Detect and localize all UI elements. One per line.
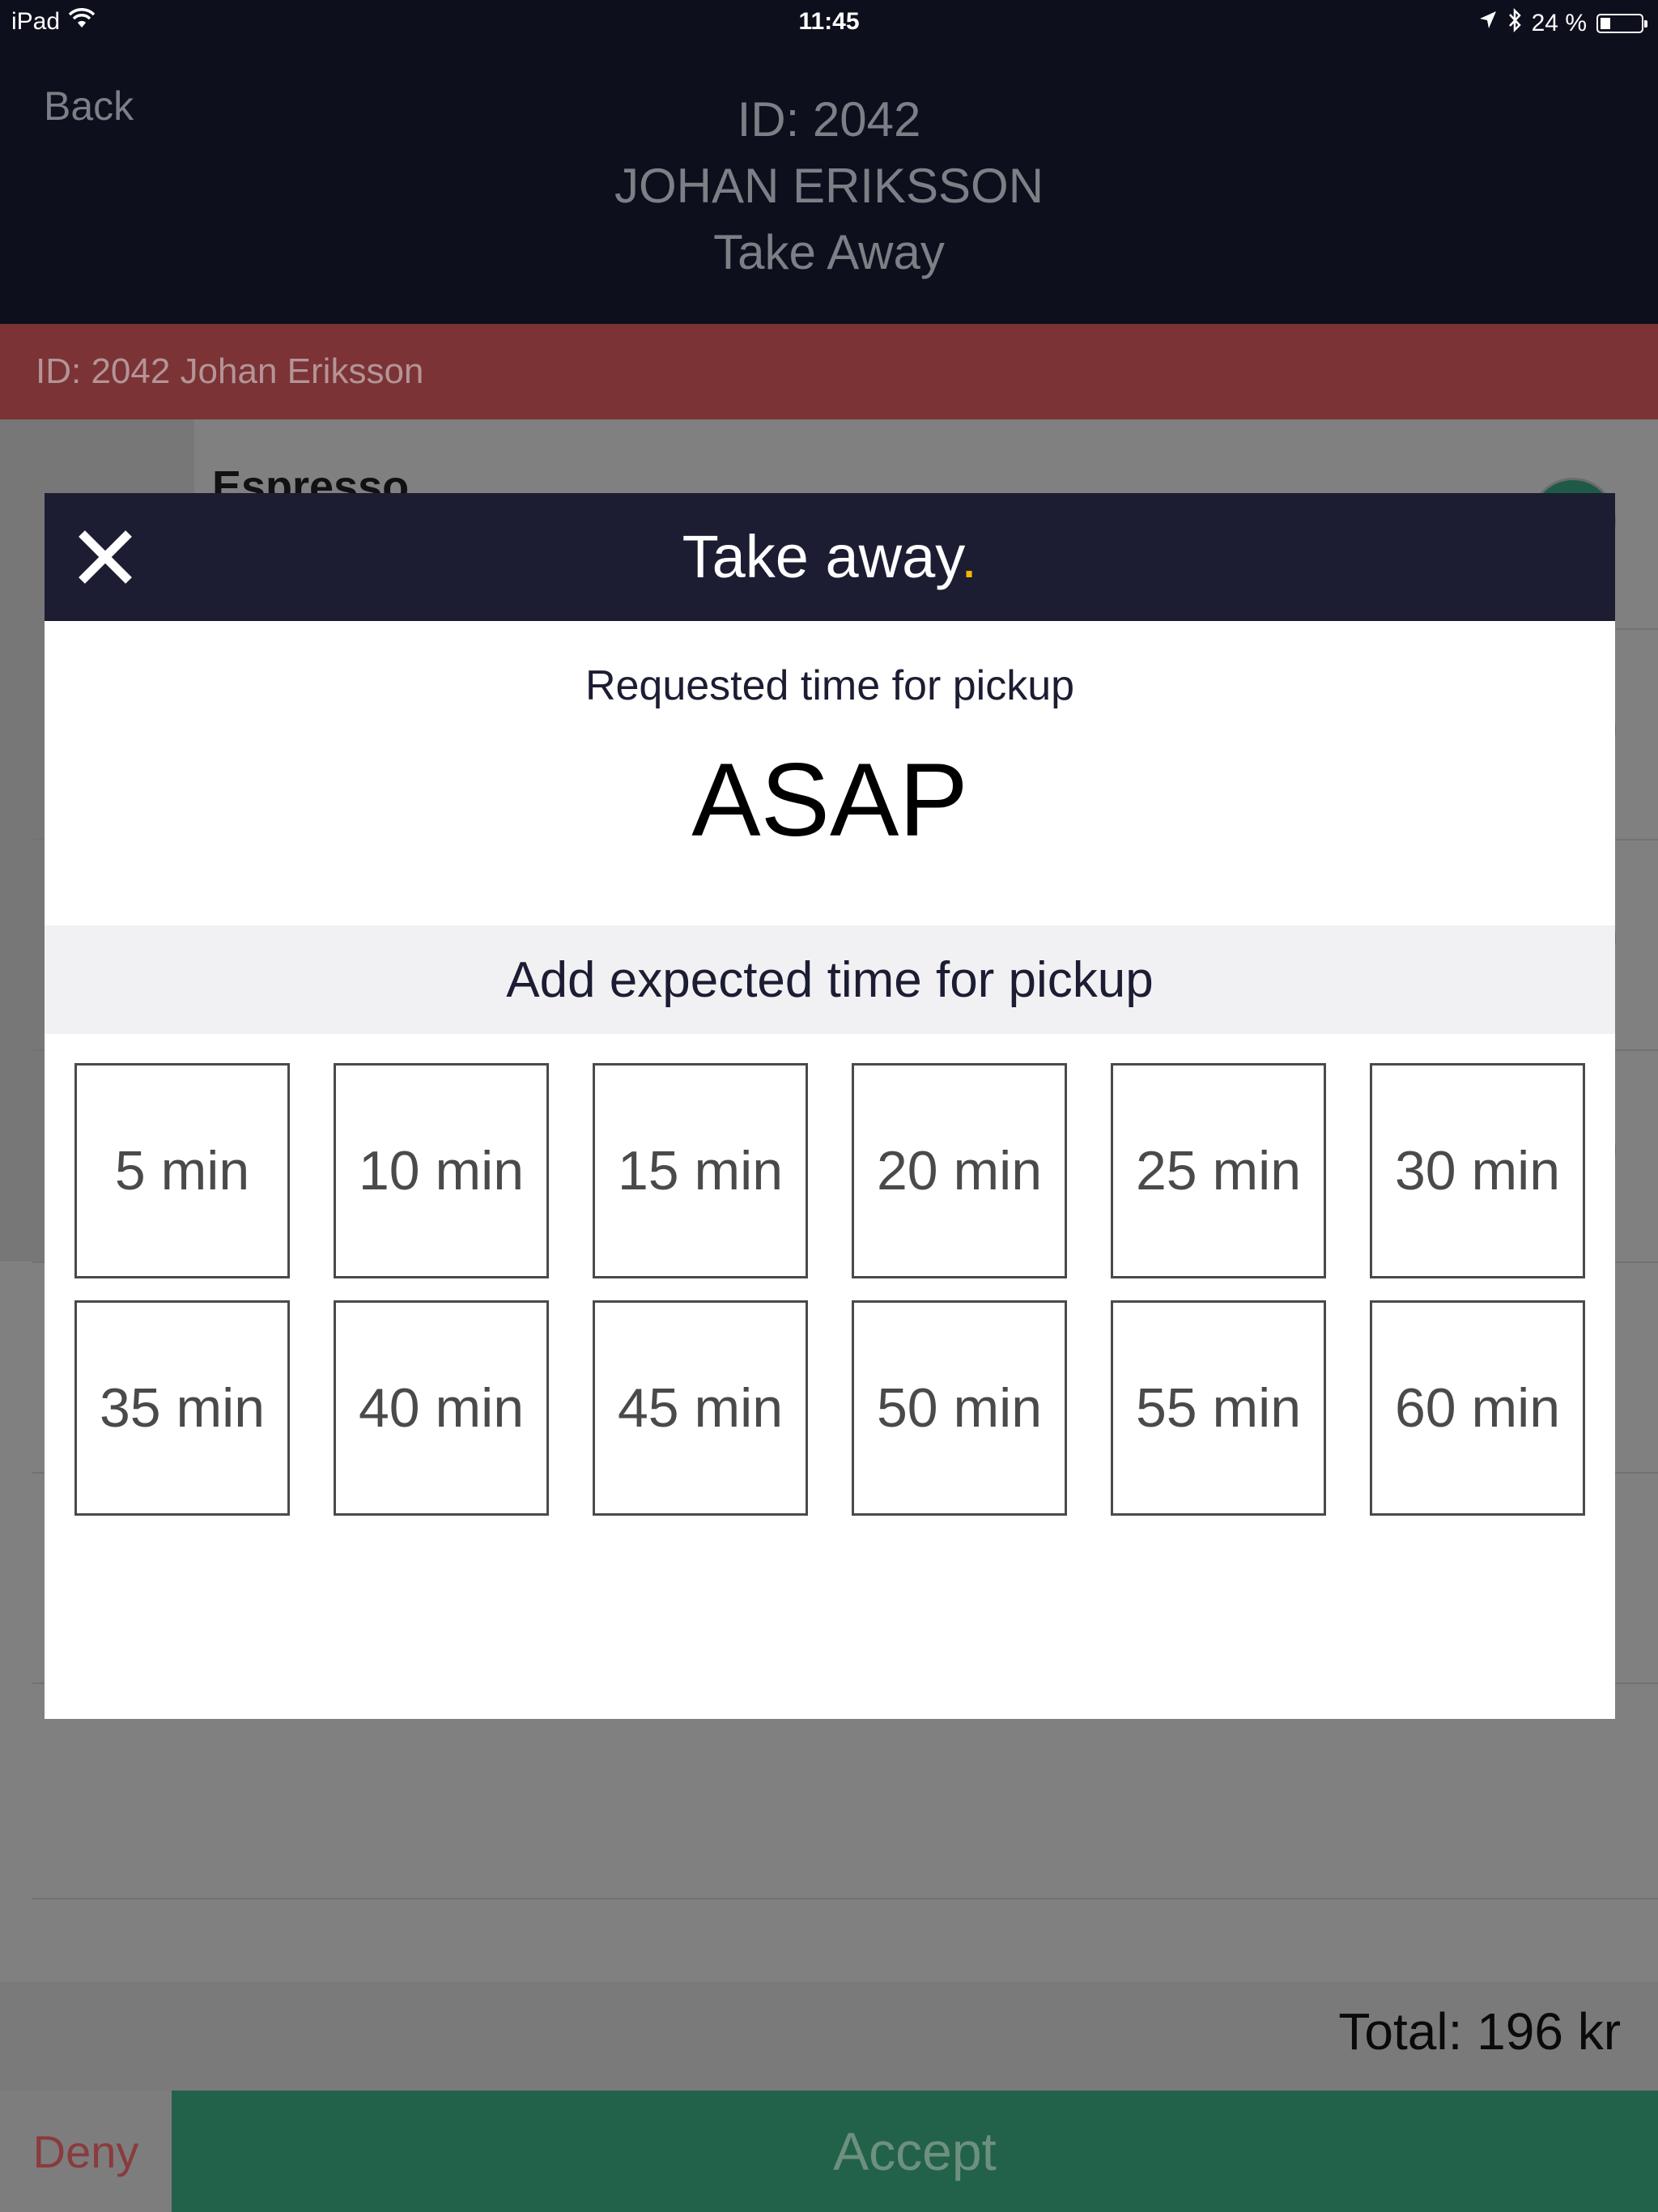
time-option-30-min[interactable]: 30 min	[1370, 1063, 1585, 1278]
location-arrow-icon	[1478, 10, 1498, 37]
status-time: 11:45	[798, 8, 860, 35]
expected-time-label: Add expected time for pickup	[506, 952, 1154, 1008]
close-icon	[61, 530, 150, 604]
modal-title-dot: .	[960, 523, 978, 590]
modal-header: Take away.	[45, 493, 1615, 621]
total-bar: Total: 196 kr	[0, 1982, 1658, 2091]
order-type: Take Away	[713, 225, 945, 279]
time-option-10-min[interactable]: 10 min	[334, 1063, 549, 1278]
modal-title: Take away.	[45, 522, 1615, 591]
order-id: ID: 2042	[737, 92, 921, 147]
take-away-modal: Take away. Requested time for pickup ASA…	[45, 493, 1615, 1719]
deny-button[interactable]: Deny	[0, 2091, 172, 2212]
row-divider	[32, 1898, 1658, 1899]
expected-time-header: Add expected time for pickup	[45, 925, 1615, 1034]
battery-percent: 24 %	[1531, 10, 1587, 36]
requested-time-value: ASAP	[691, 742, 968, 858]
order-banner: ID: 2042 Johan Eriksson	[0, 324, 1658, 419]
bluetooth-icon	[1507, 7, 1522, 39]
customer-name: JOHAN ERIKSSON	[614, 159, 1044, 213]
battery-icon	[1596, 14, 1647, 33]
nav-bar: Back ID: 2042 JOHAN ERIKSSON Take Away	[0, 42, 1658, 324]
time-option-60-min[interactable]: 60 min	[1370, 1300, 1585, 1516]
status-bar: iPad 11:45 24 %	[0, 0, 1658, 42]
time-option-25-min[interactable]: 25 min	[1111, 1063, 1326, 1278]
time-option-50-min[interactable]: 50 min	[852, 1300, 1067, 1516]
time-option-55-min[interactable]: 55 min	[1111, 1300, 1326, 1516]
time-option-35-min[interactable]: 35 min	[74, 1300, 290, 1516]
time-option-20-min[interactable]: 20 min	[852, 1063, 1067, 1278]
time-option-40-min[interactable]: 40 min	[334, 1300, 549, 1516]
order-total: Total: 196 kr	[1338, 2002, 1621, 2061]
time-option-15-min[interactable]: 15 min	[593, 1063, 808, 1278]
status-right: 24 %	[1478, 7, 1647, 39]
modal-title-text: Take away	[682, 523, 961, 590]
requested-time-label: Requested time for pickup	[585, 662, 1075, 709]
battery-level	[1601, 18, 1610, 29]
time-option-45-min[interactable]: 45 min	[593, 1300, 808, 1516]
time-option-5-min[interactable]: 5 min	[74, 1063, 290, 1278]
nav-titles: ID: 2042 JOHAN ERIKSSON Take Away	[0, 87, 1658, 286]
accept-button[interactable]: Accept	[172, 2091, 1658, 2212]
order-banner-text: ID: 2042 Johan Eriksson	[36, 351, 424, 391]
